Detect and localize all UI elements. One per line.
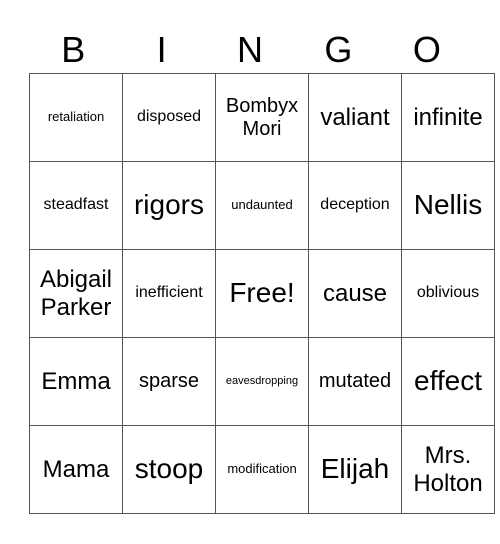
header-letter-g: G	[324, 29, 353, 70]
bingo-cell[interactable]: Nellis	[401, 161, 495, 250]
bingo-cell[interactable]: Bombyx Mori	[215, 73, 309, 162]
header-letter-b: B	[61, 29, 86, 70]
bingo-cell[interactable]: Emma	[29, 337, 123, 426]
bingo-cell[interactable]: retaliation	[29, 73, 123, 162]
header-letter-n: N	[237, 29, 264, 70]
bingo-cell[interactable]: effect	[401, 337, 495, 426]
header-letter-i: I	[156, 29, 167, 70]
grid-row: retaliation disposed Bombyx Mori valiant…	[29, 73, 495, 162]
bingo-cell[interactable]: sparse	[122, 337, 216, 426]
bingo-cell[interactable]: rigors	[122, 161, 216, 250]
bingo-cell[interactable]: Mama	[29, 425, 123, 514]
bingo-cell[interactable]: steadfast	[29, 161, 123, 250]
bingo-cell[interactable]: infinite	[401, 73, 495, 162]
bingo-cell[interactable]: Abigail Parker	[29, 249, 123, 338]
bingo-cell[interactable]: Elijah	[308, 425, 402, 514]
grid-row: Emma sparse eavesdropping mutated effect	[29, 337, 495, 426]
bingo-grid: retaliation disposed Bombyx Mori valiant…	[29, 73, 495, 514]
bingo-cell[interactable]: disposed	[122, 73, 216, 162]
bingo-cell[interactable]: valiant	[308, 73, 402, 162]
bingo-cell[interactable]: stoop	[122, 425, 216, 514]
bingo-header: B I N G O	[29, 28, 471, 72]
bingo-cell[interactable]: deception	[308, 161, 402, 250]
free-space-cell[interactable]: Free!	[215, 249, 309, 338]
bingo-cell[interactable]: modification	[215, 425, 309, 514]
bingo-cell[interactable]: undaunted	[215, 161, 309, 250]
header-letter-o: O	[412, 29, 441, 70]
grid-row: Mama stoop modification Elijah Mrs. Holt…	[29, 425, 495, 514]
bingo-cell[interactable]: Mrs. Holton	[401, 425, 495, 514]
bingo-cell[interactable]: cause	[308, 249, 402, 338]
bingo-cell[interactable]: inefficient	[122, 249, 216, 338]
bingo-cell[interactable]: mutated	[308, 337, 402, 426]
grid-row: Abigail Parker inefficient Free! cause o…	[29, 249, 495, 338]
bingo-cell[interactable]: eavesdropping	[215, 337, 309, 426]
bingo-cell[interactable]: oblivious	[401, 249, 495, 338]
grid-row: steadfast rigors undaunted deception Nel…	[29, 161, 495, 250]
